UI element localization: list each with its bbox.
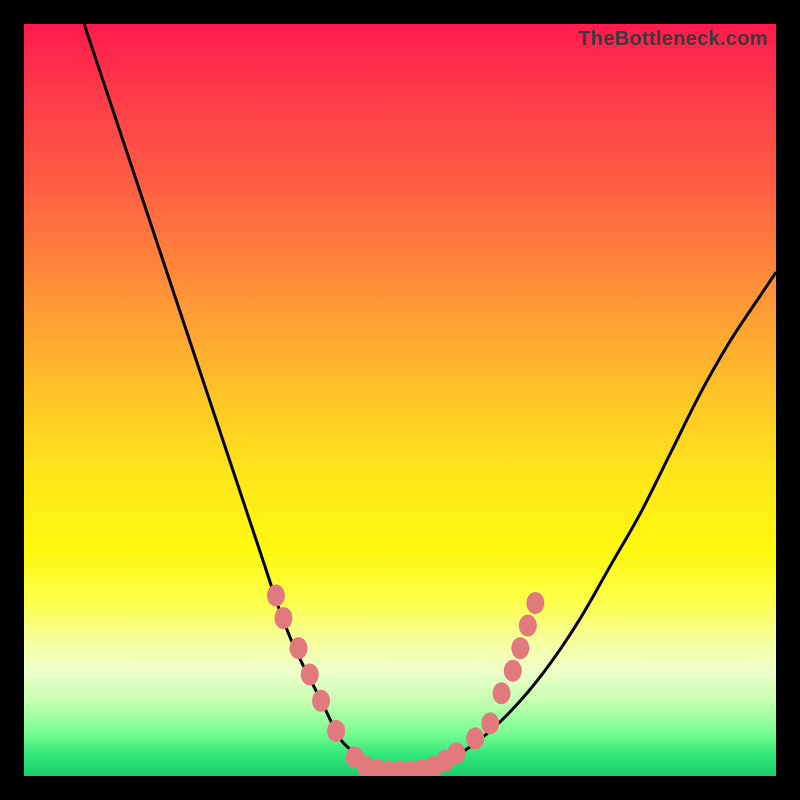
highlight-dot <box>504 660 522 682</box>
highlight-dot <box>327 720 345 742</box>
highlight-dot <box>447 742 465 764</box>
highlight-dot <box>511 637 529 659</box>
highlight-dot <box>526 592 544 614</box>
curve-overlay <box>24 24 776 776</box>
plot-area: TheBottleneck.com <box>24 24 776 776</box>
highlight-dot <box>466 727 484 749</box>
highlight-dot <box>274 607 292 629</box>
highlight-dot <box>481 712 499 734</box>
highlight-dot <box>267 585 285 607</box>
highlight-dot <box>289 637 307 659</box>
highlight-dot <box>493 682 511 704</box>
chart-container: TheBottleneck.com <box>0 0 800 800</box>
bottleneck-curve <box>84 24 776 773</box>
highlight-dot <box>312 690 330 712</box>
highlight-dot <box>519 615 537 637</box>
highlight-dot <box>301 663 319 685</box>
